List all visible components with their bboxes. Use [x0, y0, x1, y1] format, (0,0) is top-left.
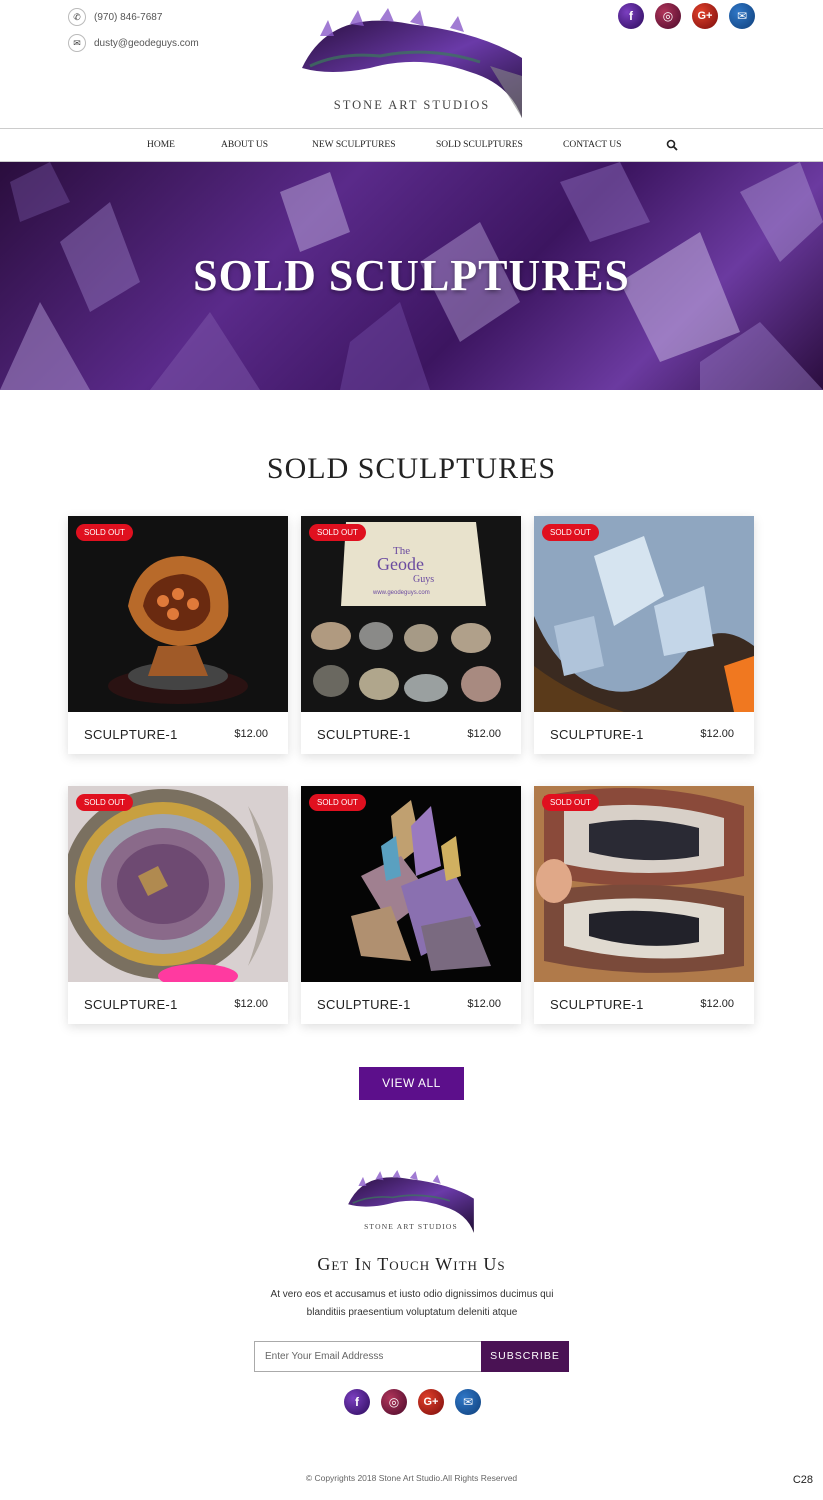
instagram-icon[interactable]: ◎ [381, 1389, 407, 1415]
envelope-icon: ✉ [68, 34, 86, 52]
bag-print-geode: Geode [377, 554, 424, 574]
email-icon[interactable]: ✉ [455, 1389, 481, 1415]
product-image[interactable]: SOLD OUT [68, 786, 288, 982]
search-icon[interactable] [666, 139, 678, 151]
phone-number: (970) 846-7687 [94, 11, 163, 23]
subscribe-button[interactable]: SUBSCRIBE [481, 1341, 569, 1372]
nav-home[interactable]: HOME [147, 140, 175, 150]
facebook-icon[interactable]: f [618, 3, 644, 29]
hero-banner: SOLD SCULPTURES [0, 162, 823, 390]
bag-print-guys: Guys [413, 574, 434, 585]
product-name[interactable]: SCULPTURE-1 [84, 997, 178, 1012]
product-card[interactable]: SOLD OUT SCULPTURE-1 $12.00 [534, 516, 754, 754]
footer-logo-text: STONE ART STUDIOS [364, 1222, 458, 1231]
nav-new-sculptures[interactable]: NEW SCULPTURES [312, 140, 396, 150]
google-plus-icon[interactable]: G+ [692, 3, 718, 29]
product-image[interactable]: The Geode Guys www.geodeguys.com SOLD OU… [301, 516, 521, 712]
footer-socials: f ◎ G+ ✉ [344, 1389, 481, 1415]
product-name[interactable]: SCULPTURE-1 [317, 997, 411, 1012]
phone-contact: ✆ (970) 846-7687 [68, 8, 162, 26]
page-code: C28 [792, 1474, 813, 1486]
email-address[interactable]: dusty@geodeguys.com [94, 38, 199, 49]
nav-about-us[interactable]: ABOUT US [221, 140, 268, 150]
site-logo[interactable]: STONE ART STUDIOS [300, 6, 524, 122]
main-nav: HOME ABOUT US NEW SCULPTURES SOLD SCULPT… [0, 128, 823, 162]
product-price: $12.00 [467, 998, 501, 1010]
product-price: $12.00 [234, 998, 268, 1010]
email-icon[interactable]: ✉ [729, 3, 755, 29]
sold-out-badge: SOLD OUT [542, 794, 599, 811]
sold-out-badge: SOLD OUT [76, 794, 133, 811]
product-name[interactable]: SCULPTURE-1 [84, 727, 178, 742]
product-price: $12.00 [700, 728, 734, 740]
phone-icon: ✆ [68, 8, 86, 26]
nav-sold-sculptures[interactable]: SOLD SCULPTURES [436, 140, 523, 150]
bag-print-url: www.geodeguys.com [372, 590, 430, 596]
section-title: SOLD SCULPTURES [266, 452, 557, 485]
instagram-icon[interactable]: ◎ [655, 3, 681, 29]
get-in-touch-text: At vero eos et accusamus et iusto odio d… [270, 1289, 554, 1318]
sold-out-badge: SOLD OUT [309, 794, 366, 811]
footer-logo[interactable]: STONE ART STUDIOS [347, 1168, 475, 1236]
view-all-button[interactable]: VIEW ALL [359, 1067, 464, 1100]
email-subscribe-input[interactable] [254, 1341, 482, 1372]
product-card[interactable]: The Geode Guys www.geodeguys.com SOLD OU… [301, 516, 521, 754]
get-in-touch-title: Get In Touch With Us [317, 1254, 506, 1274]
product-card[interactable]: SOLD OUT SCULPTURE-1 $12.00 [68, 516, 288, 754]
product-name[interactable]: SCULPTURE-1 [550, 727, 644, 742]
sold-out-badge: SOLD OUT [76, 524, 133, 541]
product-card[interactable]: SOLD OUT SCULPTURE-1 $12.00 [534, 786, 754, 1024]
product-price: $12.00 [467, 728, 501, 740]
product-card[interactable]: SOLD OUT SCULPTURE-1 $12.00 [301, 786, 521, 1024]
product-price: $12.00 [234, 728, 268, 740]
product-name[interactable]: SCULPTURE-1 [550, 997, 644, 1012]
product-card[interactable]: SOLD OUT SCULPTURE-1 $12.00 [68, 786, 288, 1024]
facebook-icon[interactable]: f [344, 1389, 370, 1415]
product-price: $12.00 [700, 998, 734, 1010]
product-image[interactable]: SOLD OUT [301, 786, 521, 982]
product-image[interactable]: SOLD OUT [534, 786, 754, 982]
header-socials: f ◎ G+ ✉ [618, 3, 755, 29]
nav-contact-us[interactable]: CONTACT US [563, 140, 621, 150]
product-image[interactable]: SOLD OUT [534, 516, 754, 712]
copyright-text: © Copyrights 2018 Stone Art Studio.All R… [305, 1473, 518, 1483]
sold-out-badge: SOLD OUT [542, 524, 599, 541]
logo-text: STONE ART STUDIOS [333, 98, 491, 112]
product-image[interactable]: SOLD OUT [68, 516, 288, 712]
sold-out-badge: SOLD OUT [309, 524, 366, 541]
product-name[interactable]: SCULPTURE-1 [317, 727, 411, 742]
email-contact[interactable]: ✉ dusty@geodeguys.com [68, 34, 199, 52]
hero-title: SOLD SCULPTURES [193, 251, 630, 300]
google-plus-icon[interactable]: G+ [418, 1389, 444, 1415]
